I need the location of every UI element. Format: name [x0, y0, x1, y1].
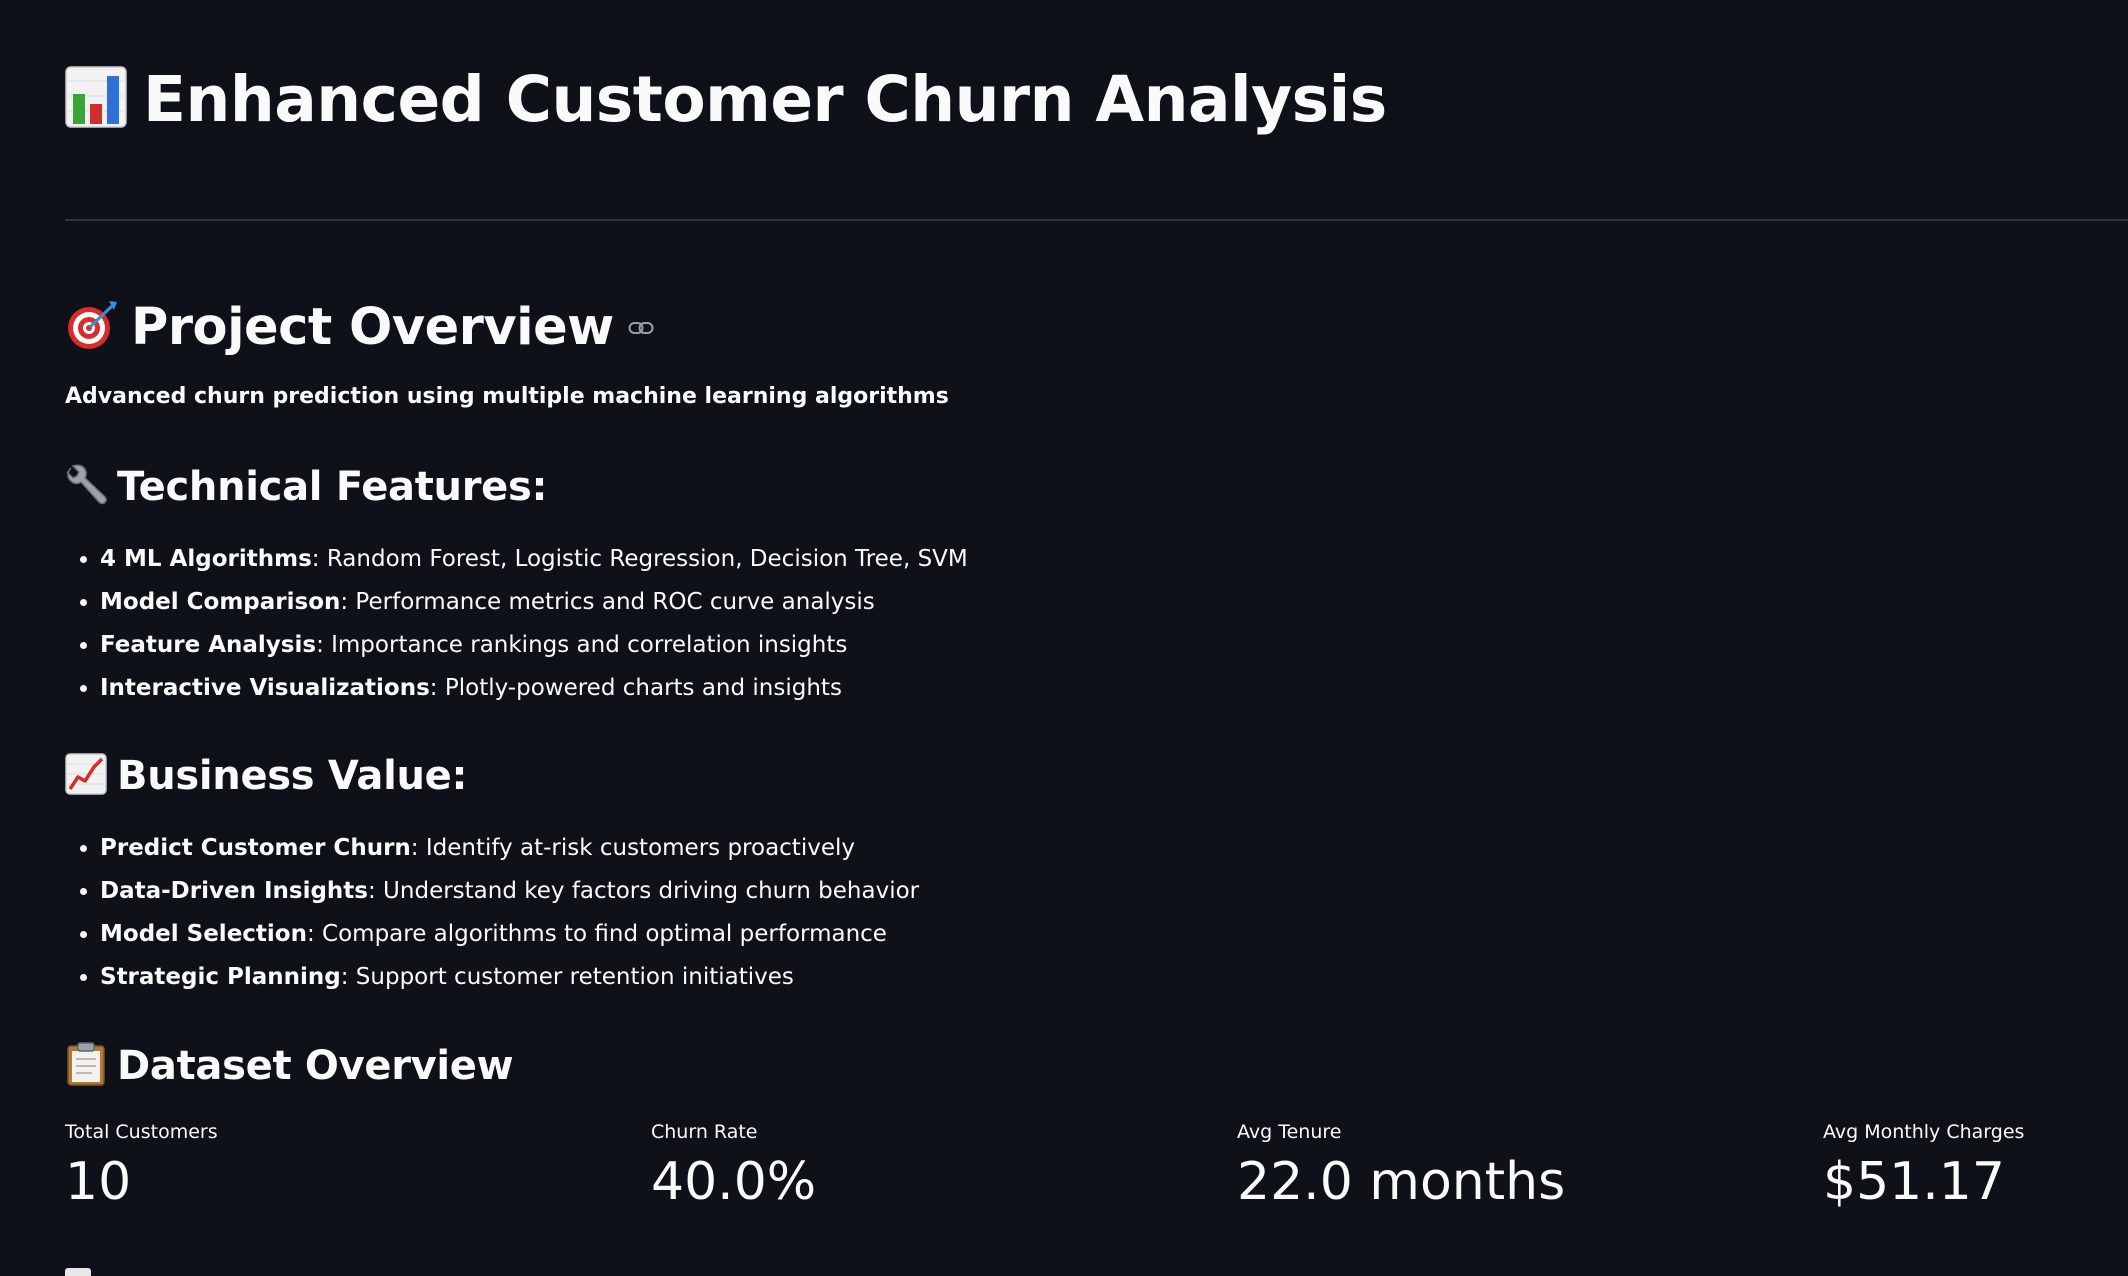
list-item-title: Model Comparison: [100, 589, 341, 615]
metric-value: 22.0 months: [1237, 1152, 1566, 1212]
list-item: Data-Driven Insights: Understand key fac…: [100, 870, 919, 913]
metric-value: 10: [65, 1152, 132, 1212]
list-item-title: Interactive Visualizations: [100, 675, 430, 701]
business-value-list: Predict Customer Churn: Identify at-risk…: [65, 827, 919, 999]
list-item-title: Predict Customer Churn: [100, 835, 411, 861]
metric-label: Avg Tenure: [1237, 1121, 1342, 1143]
page-title: Enhanced Customer Churn Analysis: [143, 62, 1387, 136]
list-item-title: 4 ML Algorithms: [100, 546, 312, 572]
business-heading-row: Business Value:: [65, 753, 468, 799]
metrics-row: Total Customers 10 Churn Rate 40.0% Avg …: [65, 1118, 2065, 1228]
list-item-title: Feature Analysis: [100, 632, 317, 658]
list-item: Predict Customer Churn: Identify at-risk…: [100, 827, 919, 870]
clipboard-icon: [65, 1042, 107, 1090]
metric-label: Avg Monthly Charges: [1823, 1121, 2025, 1143]
list-item-text: : Random Forest, Logistic Regression, De…: [311, 546, 968, 572]
list-item-text: : Plotly-powered charts and insights: [429, 675, 842, 701]
list-item: Strategic Planning: Support customer ret…: [100, 956, 919, 999]
metric-avg-monthly-charges: Avg Monthly Charges $51.17: [1823, 1118, 2024, 1218]
list-item-text: : Support customer retention initiatives: [340, 964, 794, 990]
list-item: Model Comparison: Performance metrics an…: [100, 581, 968, 624]
list-item-text: : Understand key factors driving churn b…: [368, 878, 920, 904]
metric-total-customers: Total Customers 10: [65, 1118, 218, 1218]
metric-value: $51.17: [1823, 1152, 2005, 1212]
overview-tagline: Advanced churn prediction using multiple…: [65, 384, 949, 409]
list-item: Interactive Visualizations: Plotly-power…: [100, 667, 968, 710]
metric-avg-tenure: Avg Tenure 22.0 months: [1237, 1118, 1565, 1218]
metric-label: Churn Rate: [651, 1121, 758, 1143]
wrench-icon: [65, 464, 107, 510]
chart-increasing-icon: [65, 753, 107, 799]
list-item-text: : Importance rankings and correlation in…: [316, 632, 848, 658]
technical-features-list: 4 ML Algorithms: Random Forest, Logistic…: [65, 538, 968, 710]
list-item-text: : Identify at-risk customers proactively: [410, 835, 855, 861]
dataset-heading-row: Dataset Overview: [65, 1042, 514, 1090]
list-item-text: : Compare algorithms to find optimal per…: [306, 921, 887, 947]
list-item-title: Strategic Planning: [100, 964, 341, 990]
bar-chart-icon: [65, 66, 127, 132]
anchor-link-icon[interactable]: [628, 320, 654, 340]
list-item-text: : Performance metrics and ROC curve anal…: [340, 589, 875, 615]
app-page: Enhanced Customer Churn Analysis Project…: [0, 0, 2128, 1276]
technical-heading: Technical Features:: [117, 464, 548, 510]
overview-heading: Project Overview: [131, 297, 614, 357]
list-item: Feature Analysis: Importance rankings an…: [100, 624, 968, 667]
list-item-title: Model Selection: [100, 921, 307, 947]
dataset-heading: Dataset Overview: [117, 1043, 514, 1089]
technical-heading-row: Technical Features:: [65, 464, 548, 510]
target-icon: [65, 298, 119, 356]
list-item: Model Selection: Compare algorithms to f…: [100, 913, 919, 956]
business-heading: Business Value:: [117, 753, 468, 799]
metric-value: 40.0%: [651, 1152, 817, 1212]
metric-churn-rate: Churn Rate 40.0%: [651, 1118, 816, 1218]
metric-label: Total Customers: [65, 1121, 218, 1143]
overview-heading-row: Project Overview: [65, 298, 654, 356]
divider: [65, 219, 2128, 221]
list-item-title: Data-Driven Insights: [100, 878, 368, 904]
next-section-icon: [65, 1268, 91, 1276]
page-title-row: Enhanced Customer Churn Analysis: [65, 66, 1387, 132]
list-item: 4 ML Algorithms: Random Forest, Logistic…: [100, 538, 968, 581]
